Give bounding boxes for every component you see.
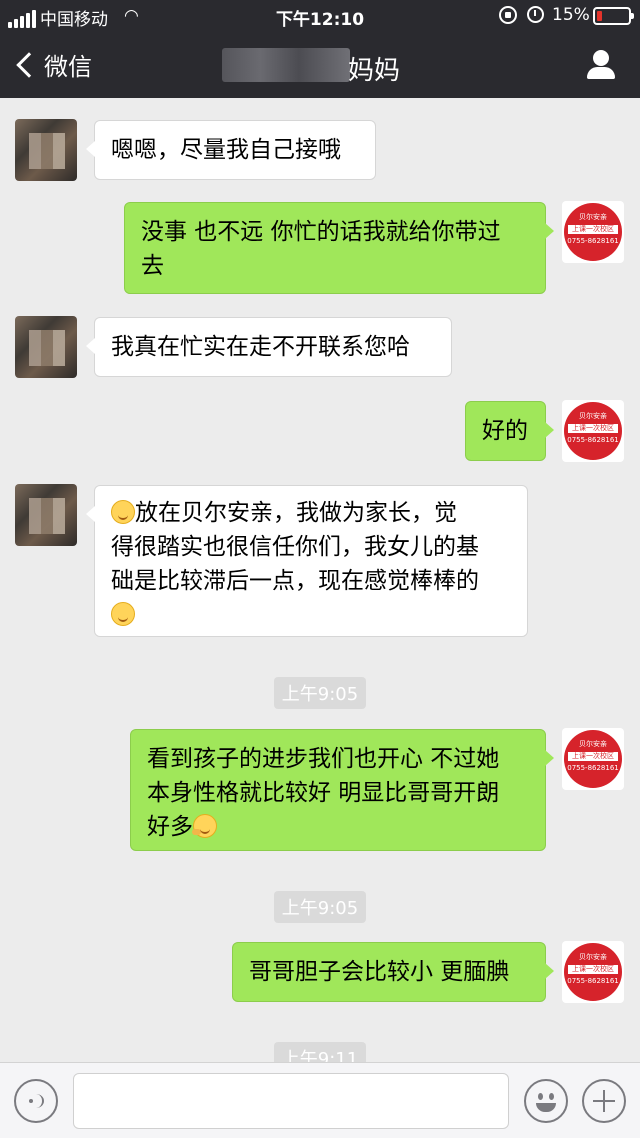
emoji-icon[interactable] xyxy=(524,1079,568,1123)
message-text-line: 没事 也不远 你忙的话我就给你带过 xyxy=(141,219,501,245)
voice-icon[interactable] xyxy=(14,1079,58,1123)
top-bar: 中国移动 ◠ 下午12:10 15% 微信 妈妈 xyxy=(0,0,640,98)
battery-percent: 15% xyxy=(552,5,590,25)
timestamp-label: 上午9:05 xyxy=(273,677,367,709)
message-bubble[interactable]: 放在贝尔安亲，我做为家长，觉 得很踏实也很信任你们，我女儿的基 础是比较滞后一点… xyxy=(86,485,528,637)
back-label: 微信 xyxy=(44,53,92,81)
message-bubble[interactable]: 没事 也不远 你忙的话我就给你带过 去 xyxy=(124,202,554,294)
message-bubble[interactable]: 嗯嗯，尽量我自己接哦 xyxy=(86,120,376,180)
message-bubble[interactable]: 看到孩子的进步我们也开心 不过她 本身性格就比较好 明显比哥哥开朗 好多 xyxy=(130,729,554,851)
avatar-brand-text: 贝尔安亲 xyxy=(579,412,607,420)
plus-icon[interactable] xyxy=(582,1079,626,1123)
avatar-phone-text: 0755-8628161 xyxy=(567,977,619,985)
message-bubble[interactable]: 哥哥胆子会比较小 更腼腆 xyxy=(232,942,554,1002)
message-text-line: 础是比较滞后一点，现在感觉棒棒的 xyxy=(111,568,479,594)
message-text: 我真在忙实在走不开联系您哈 xyxy=(111,334,410,360)
message-text-line: 去 xyxy=(141,253,164,279)
message-text-line: 放在贝尔安亲，我做为家长，觉 xyxy=(135,500,457,526)
my-avatar[interactable]: 贝尔安亲 上课一次校区 0755-8628161 xyxy=(562,728,624,790)
avatar-brand-text: 贝尔安亲 xyxy=(579,740,607,748)
message-text: 好的 xyxy=(482,418,528,444)
chat-title: 妈妈 xyxy=(220,46,420,86)
timestamp: 上午9:05 xyxy=(0,677,640,709)
my-avatar[interactable]: 贝尔安亲 上课一次校区 0755-8628161 xyxy=(562,400,624,462)
status-bar: 中国移动 ◠ 下午12:10 15% xyxy=(0,0,640,32)
avatar-band-text: 上课一次校区 xyxy=(568,752,618,761)
chat-area[interactable]: 嗯嗯，尽量我自己接哦 贝尔安亲 上课一次校区 0755-8628161 没事 也… xyxy=(0,98,640,1062)
back-button[interactable]: 微信 xyxy=(14,47,92,82)
input-bar xyxy=(0,1062,640,1138)
contact-avatar[interactable] xyxy=(15,119,77,181)
timestamp-label: 上午9:05 xyxy=(273,891,367,923)
avatar-phone-text: 0755-8628161 xyxy=(567,237,619,245)
battery-icon xyxy=(593,7,634,25)
profile-icon[interactable] xyxy=(584,48,618,82)
message-text: 嗯嗯，尽量我自己接哦 xyxy=(111,137,341,163)
status-time: 下午12:10 xyxy=(275,10,365,30)
nav-bar: 微信 妈妈 xyxy=(0,32,640,98)
message-input[interactable] xyxy=(73,1073,509,1129)
message-text-line: 得很踏实也很信任你们，我女儿的基 xyxy=(111,534,479,560)
timestamp: 上午9:11 xyxy=(0,1042,640,1062)
thinking-emoji-icon xyxy=(192,814,217,838)
my-avatar[interactable]: 贝尔安亲 上课一次校区 0755-8628161 xyxy=(562,941,624,1003)
timestamp: 上午9:05 xyxy=(0,891,640,923)
message-text-line: 好多 xyxy=(147,814,193,840)
avatar-band-text: 上课一次校区 xyxy=(568,965,618,974)
avatar-phone-text: 0755-8628161 xyxy=(567,436,619,444)
smile-emoji-icon xyxy=(111,500,135,524)
avatar-phone-text: 0755-8628161 xyxy=(567,764,619,772)
message-bubble[interactable]: 我真在忙实在走不开联系您哈 xyxy=(86,317,452,377)
contact-avatar[interactable] xyxy=(15,316,77,378)
chevron-left-icon xyxy=(16,51,42,78)
message-text: 哥哥胆子会比较小 更腼腆 xyxy=(249,959,510,985)
message-bubble[interactable]: 好的 xyxy=(465,401,554,461)
message-text-line: 看到孩子的进步我们也开心 不过她 xyxy=(147,746,500,772)
alarm-icon xyxy=(527,6,544,23)
smile-emoji-icon xyxy=(111,602,135,626)
contact-avatar[interactable] xyxy=(15,484,77,546)
avatar-brand-text: 贝尔安亲 xyxy=(579,953,607,961)
rotation-lock-icon xyxy=(499,6,517,24)
avatar-band-text: 上课一次校区 xyxy=(568,424,618,433)
timestamp-label: 上午9:11 xyxy=(273,1042,367,1062)
chat-title-text: 妈妈 xyxy=(347,56,400,86)
message-text-line: 本身性格就比较好 明显比哥哥开朗 xyxy=(147,780,500,806)
my-avatar[interactable]: 贝尔安亲 上课一次校区 0755-8628161 xyxy=(562,201,624,263)
avatar-band-text: 上课一次校区 xyxy=(568,225,618,234)
avatar-brand-text: 贝尔安亲 xyxy=(579,213,607,221)
